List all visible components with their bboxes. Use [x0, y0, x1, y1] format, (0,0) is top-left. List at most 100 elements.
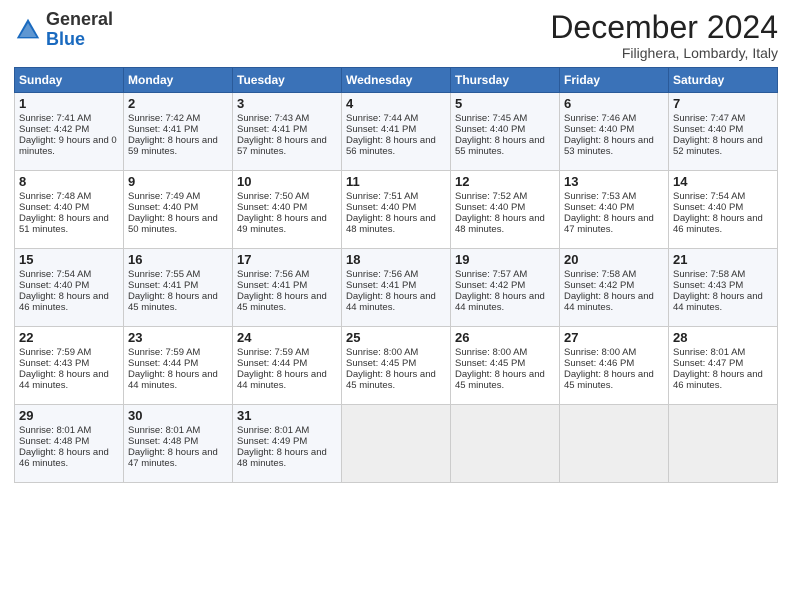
sunrise-text: Sunrise: 7:58 AM [673, 269, 745, 280]
daylight-text: Daylight: 8 hours and 46 minutes. [673, 213, 763, 235]
calendar-cell: 5Sunrise: 7:45 AMSunset: 4:40 PMDaylight… [451, 93, 560, 171]
sunrise-text: Sunrise: 8:01 AM [128, 425, 200, 436]
day-number: 11 [346, 174, 446, 189]
header: General Blue December 2024 Filighera, Lo… [14, 10, 778, 61]
day-number: 25 [346, 330, 446, 345]
logo: General Blue [14, 10, 113, 50]
calendar-cell: 14Sunrise: 7:54 AMSunset: 4:40 PMDayligh… [669, 171, 778, 249]
sunrise-text: Sunrise: 7:56 AM [346, 269, 418, 280]
calendar-week-5: 29Sunrise: 8:01 AMSunset: 4:48 PMDayligh… [15, 405, 778, 483]
logo-general: General [46, 9, 113, 29]
day-number: 17 [237, 252, 337, 267]
calendar-cell: 30Sunrise: 8:01 AMSunset: 4:48 PMDayligh… [124, 405, 233, 483]
sunrise-text: Sunrise: 8:01 AM [19, 425, 91, 436]
calendar-cell: 26Sunrise: 8:00 AMSunset: 4:45 PMDayligh… [451, 327, 560, 405]
calendar-cell: 24Sunrise: 7:59 AMSunset: 4:44 PMDayligh… [233, 327, 342, 405]
sunset-text: Sunset: 4:41 PM [237, 124, 307, 135]
calendar-cell: 16 Sunrise: 7:55 AMSunset: 4:41 PMDayligh… [124, 249, 233, 327]
daylight-text: Daylight: 8 hours and 59 minutes. [128, 135, 218, 157]
sunset-text: Sunset: 4:41 PM [128, 280, 198, 291]
daylight-text: Daylight: 8 hours and 48 minutes. [237, 447, 327, 469]
sunrise-text: Sunrise: 7:55 AM [128, 269, 200, 280]
sunset-text: Sunset: 4:40 PM [346, 202, 416, 213]
calendar-cell: 28Sunrise: 8:01 AMSunset: 4:47 PMDayligh… [669, 327, 778, 405]
calendar-cell: 22Sunrise: 7:59 AMSunset: 4:43 PMDayligh… [15, 327, 124, 405]
sunset-text: Sunset: 4:41 PM [128, 124, 198, 135]
calendar-cell: 31Sunrise: 8:01 AMSunset: 4:49 PMDayligh… [233, 405, 342, 483]
calendar-table: Sunday Monday Tuesday Wednesday Thursday… [14, 67, 778, 483]
sunset-text: Sunset: 4:41 PM [346, 124, 416, 135]
sunset-text: Sunset: 4:42 PM [455, 280, 525, 291]
day-number: 22 [19, 330, 119, 345]
calendar-cell: 13Sunrise: 7:53 AMSunset: 4:40 PMDayligh… [560, 171, 669, 249]
sunset-text: Sunset: 4:44 PM [237, 358, 307, 369]
sunset-text: Sunset: 4:48 PM [19, 436, 89, 447]
day-number: 30 [128, 408, 228, 423]
calendar-cell: 27Sunrise: 8:00 AMSunset: 4:46 PMDayligh… [560, 327, 669, 405]
daylight-text: Daylight: 8 hours and 45 minutes. [128, 291, 218, 313]
day-number: 24 [237, 330, 337, 345]
header-tuesday: Tuesday [233, 68, 342, 93]
day-number: 9 [128, 174, 228, 189]
daylight-text: Daylight: 8 hours and 57 minutes. [237, 135, 327, 157]
sunrise-text: Sunrise: 8:01 AM [673, 347, 745, 358]
month-title: December 2024 [550, 10, 778, 45]
page-container: General Blue December 2024 Filighera, Lo… [0, 0, 792, 493]
sunset-text: Sunset: 4:41 PM [237, 280, 307, 291]
daylight-text: Daylight: 8 hours and 52 minutes. [673, 135, 763, 157]
day-number: 2 [128, 96, 228, 111]
sunrise-text: Sunrise: 7:57 AM [455, 269, 527, 280]
daylight-text: Daylight: 9 hours and 0 minutes. [19, 135, 117, 157]
sunrise-text: Sunrise: 7:59 AM [19, 347, 91, 358]
calendar-cell: 10Sunrise: 7:50 AMSunset: 4:40 PMDayligh… [233, 171, 342, 249]
header-row: Sunday Monday Tuesday Wednesday Thursday… [15, 68, 778, 93]
day-number: 12 [455, 174, 555, 189]
day-number: 5 [455, 96, 555, 111]
daylight-text: Daylight: 8 hours and 51 minutes. [19, 213, 109, 235]
daylight-text: Daylight: 8 hours and 56 minutes. [346, 135, 436, 157]
daylight-text: Daylight: 8 hours and 45 minutes. [237, 291, 327, 313]
sunset-text: Sunset: 4:42 PM [564, 280, 634, 291]
daylight-text: Daylight: 8 hours and 44 minutes. [128, 369, 218, 391]
sunset-text: Sunset: 4:40 PM [455, 124, 525, 135]
calendar-week-2: 8Sunrise: 7:48 AMSunset: 4:40 PMDaylight… [15, 171, 778, 249]
calendar-cell: 11Sunrise: 7:51 AMSunset: 4:40 PMDayligh… [342, 171, 451, 249]
day-number: 7 [673, 96, 773, 111]
header-wednesday: Wednesday [342, 68, 451, 93]
calendar-cell: 15Sunrise: 7:54 AMSunset: 4:40 PMDayligh… [15, 249, 124, 327]
day-number: 8 [19, 174, 119, 189]
header-sunday: Sunday [15, 68, 124, 93]
sunrise-text: Sunrise: 7:50 AM [237, 191, 309, 202]
header-monday: Monday [124, 68, 233, 93]
sunrise-text: Sunrise: 7:46 AM [564, 113, 636, 124]
day-number: 4 [346, 96, 446, 111]
title-block: December 2024 Filighera, Lombardy, Italy [550, 10, 778, 61]
calendar-cell: 29Sunrise: 8:01 AMSunset: 4:48 PMDayligh… [15, 405, 124, 483]
day-number: 18 [346, 252, 446, 267]
calendar-cell [451, 405, 560, 483]
day-number: 16 [128, 252, 228, 267]
sunrise-text: Sunrise: 7:43 AM [237, 113, 309, 124]
sunset-text: Sunset: 4:41 PM [346, 280, 416, 291]
sunset-text: Sunset: 4:44 PM [128, 358, 198, 369]
sunrise-text: Sunrise: 7:58 AM [564, 269, 636, 280]
day-number: 6 [564, 96, 664, 111]
logo-blue: Blue [46, 29, 85, 49]
sunset-text: Sunset: 4:40 PM [19, 202, 89, 213]
calendar-cell: 21Sunrise: 7:58 AMSunset: 4:43 PMDayligh… [669, 249, 778, 327]
location-subtitle: Filighera, Lombardy, Italy [550, 45, 778, 61]
daylight-text: Daylight: 8 hours and 44 minutes. [673, 291, 763, 313]
daylight-text: Daylight: 8 hours and 44 minutes. [455, 291, 545, 313]
day-number: 15 [19, 252, 119, 267]
sunrise-text: Sunrise: 7:54 AM [19, 269, 91, 280]
daylight-text: Daylight: 8 hours and 46 minutes. [19, 291, 109, 313]
day-number: 27 [564, 330, 664, 345]
header-friday: Friday [560, 68, 669, 93]
daylight-text: Daylight: 8 hours and 46 minutes. [19, 447, 109, 469]
sunrise-text: Sunrise: 7:47 AM [673, 113, 745, 124]
day-number: 26 [455, 330, 555, 345]
sunrise-text: Sunrise: 8:00 AM [455, 347, 527, 358]
daylight-text: Daylight: 8 hours and 55 minutes. [455, 135, 545, 157]
sunrise-text: Sunrise: 7:42 AM [128, 113, 200, 124]
calendar-cell: 23Sunrise: 7:59 AMSunset: 4:44 PMDayligh… [124, 327, 233, 405]
